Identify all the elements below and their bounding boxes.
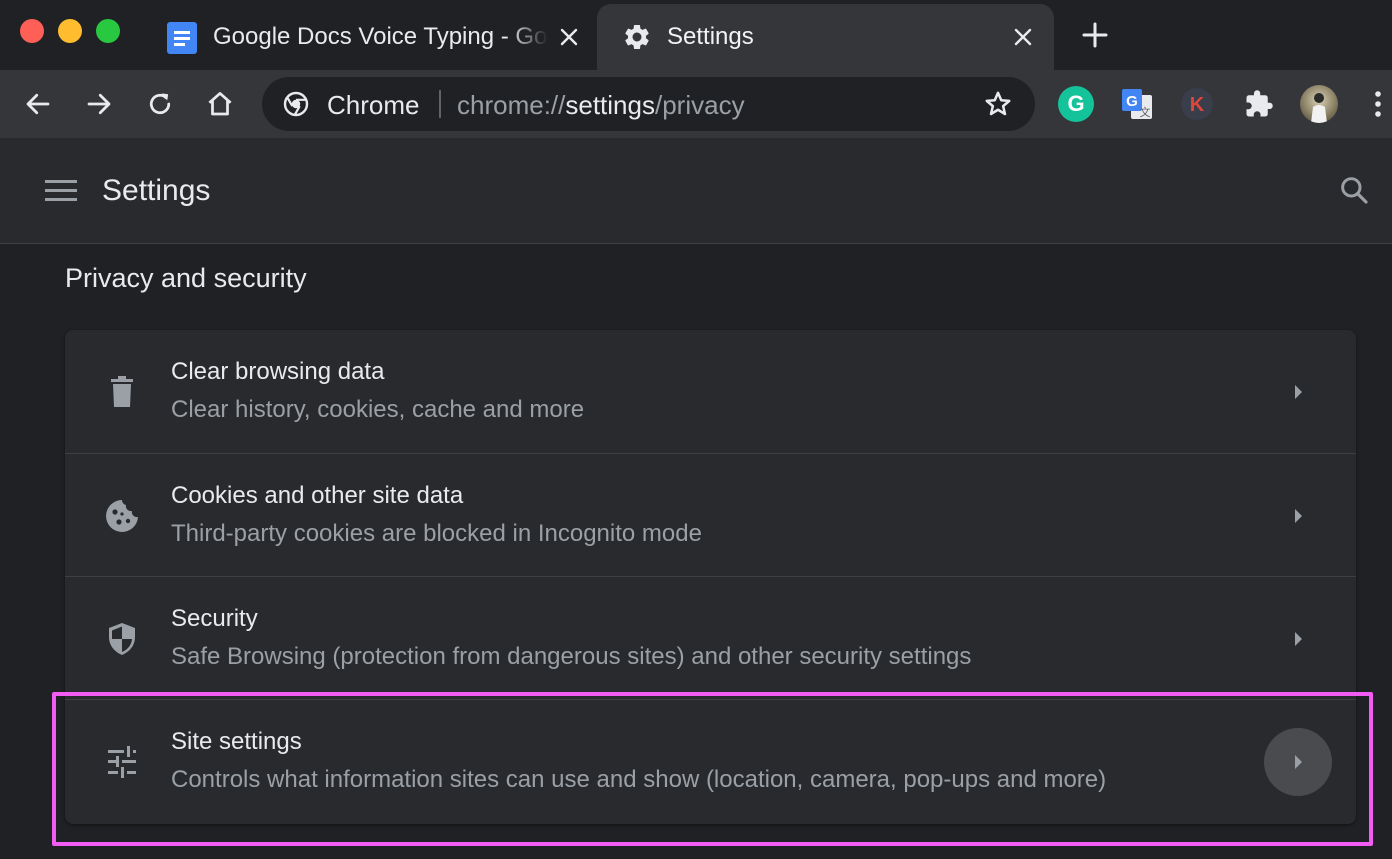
bookmark-star-icon[interactable]	[983, 89, 1013, 124]
browser-toolbar: Chrome chrome://settings/privacy G G 文 K	[0, 70, 1392, 138]
grammarly-icon[interactable]: G	[1058, 86, 1094, 122]
omnibox-divider	[439, 90, 441, 118]
close-icon[interactable]	[556, 24, 582, 50]
profile-avatar[interactable]	[1300, 85, 1338, 123]
home-icon	[208, 92, 232, 116]
tab-settings[interactable]: Settings	[597, 4, 1054, 70]
security-row[interactable]: Security Safe Browsing (protection from …	[65, 576, 1356, 699]
home-button[interactable]	[203, 87, 237, 121]
highlight-annotation	[52, 692, 1373, 846]
tab-title: Settings	[667, 23, 754, 50]
gear-icon	[622, 22, 652, 57]
chrome-site-icon[interactable]	[283, 91, 309, 122]
url-host: settings	[565, 90, 655, 120]
window-close-button[interactable]	[20, 19, 44, 43]
more-menu-icon[interactable]	[1372, 90, 1384, 123]
reload-icon	[149, 93, 171, 115]
grammarly-label: G	[1067, 91, 1085, 116]
k-extension-icon[interactable]: K	[1178, 85, 1216, 123]
address-bar[interactable]: Chrome chrome://settings/privacy	[262, 77, 1035, 131]
row-subtitle: Third-party cookies are blocked in Incog…	[171, 520, 702, 547]
page-title: Settings	[102, 174, 211, 207]
clear-browsing-data-row[interactable]: Clear browsing data Clear history, cooki…	[65, 330, 1356, 453]
url-text[interactable]: chrome://settings/privacy	[457, 90, 745, 121]
window-zoom-button[interactable]	[96, 19, 120, 43]
back-button[interactable]	[21, 87, 55, 121]
url-scheme: chrome://	[457, 90, 566, 120]
forward-button[interactable]	[82, 87, 116, 121]
svg-text:G: G	[1126, 93, 1138, 110]
row-title: Clear browsing data	[171, 358, 385, 385]
shield-icon	[103, 620, 141, 658]
new-tab-button[interactable]	[1080, 20, 1110, 50]
arrow-left-icon	[26, 93, 50, 115]
cookie-icon	[103, 497, 141, 535]
tab-strip: Google Docs Voice Typing - Google Docs S…	[0, 0, 1392, 70]
tab-google-docs[interactable]: Google Docs Voice Typing - Google Docs	[150, 4, 590, 70]
row-title: Cookies and other site data	[171, 482, 464, 509]
hamburger-menu-icon[interactable]	[44, 176, 78, 206]
k-extension-label: K	[1190, 94, 1205, 116]
tab-title: Google Docs Voice Typing - Google Docs	[213, 23, 548, 50]
puzzle-extensions-icon[interactable]	[1240, 85, 1278, 123]
trash-icon	[103, 373, 141, 411]
chevron-right-icon[interactable]	[1264, 605, 1332, 673]
svg-text:文: 文	[1140, 105, 1151, 119]
url-path: /privacy	[654, 90, 745, 120]
row-title: Security	[171, 605, 258, 632]
window-minimize-button[interactable]	[58, 19, 82, 43]
omnibox-chip-label: Chrome	[327, 90, 420, 120]
row-subtitle: Safe Browsing (protection from dangerous…	[171, 643, 972, 670]
reload-button[interactable]	[143, 87, 177, 121]
row-subtitle: Clear history, cookies, cache and more	[171, 396, 585, 423]
search-icon[interactable]	[1338, 174, 1370, 211]
settings-header: Settings	[0, 138, 1392, 244]
close-icon[interactable]	[1010, 24, 1036, 50]
arrow-right-icon	[87, 93, 111, 115]
google-docs-icon	[167, 22, 197, 59]
chevron-right-icon[interactable]	[1264, 358, 1332, 426]
plus-icon	[1082, 22, 1108, 48]
chevron-right-icon[interactable]	[1264, 482, 1332, 550]
cookies-row[interactable]: Cookies and other site data Third-party …	[65, 453, 1356, 576]
google-translate-icon[interactable]: G 文	[1118, 85, 1156, 123]
section-title: Privacy and security	[65, 263, 307, 293]
